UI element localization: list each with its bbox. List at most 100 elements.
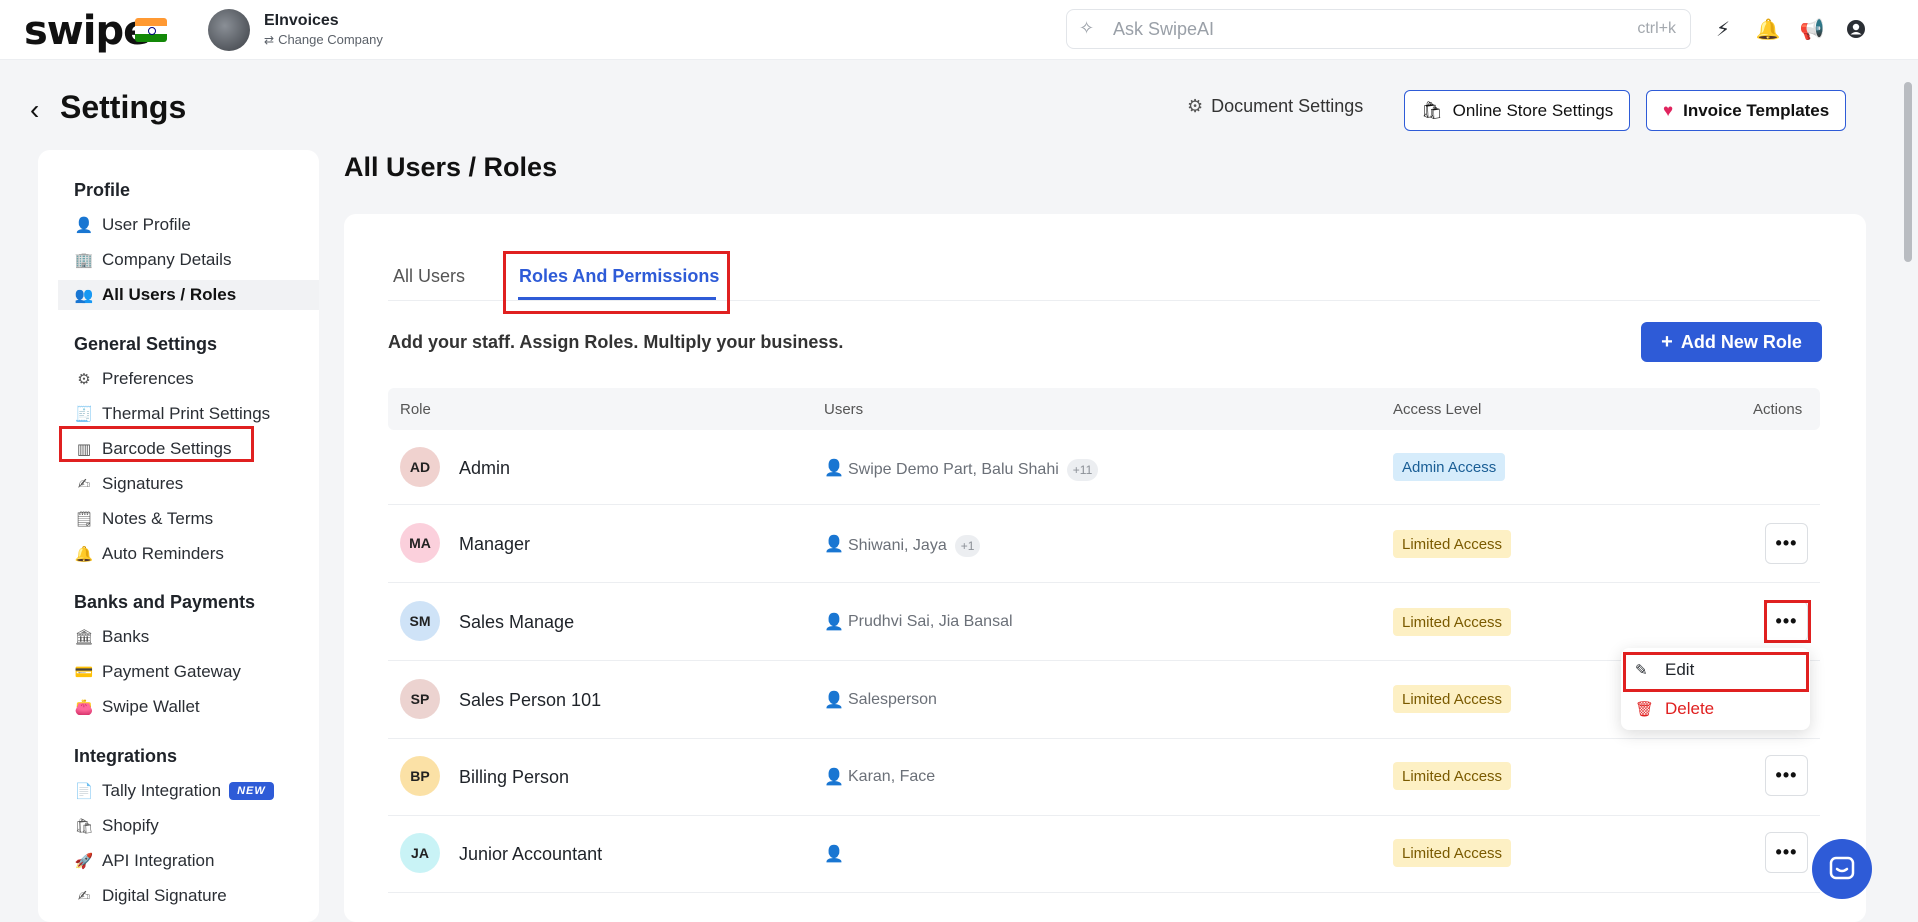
sidebar-item-label: All Users / Roles [102,285,237,304]
highlight-box-edit [1623,652,1809,692]
sidebar-item-all-users-roles[interactable]: 👥 All Users / Roles [58,280,319,310]
role-avatar: BP [400,756,440,796]
online-store-settings-label: Online Store Settings [1452,100,1614,120]
sidebar-section-profile: Profile [74,180,131,200]
scrollbar-thumb[interactable] [1904,82,1912,262]
change-company-label: Change Company [278,32,383,47]
role-users-names: Shiwani, Jaya [848,537,947,555]
actions-menu-button[interactable]: ••• [1765,832,1808,873]
sidebar-item-notes-terms[interactable]: 🗒 Notes & Terms [74,504,213,534]
sidebar-item-signatures[interactable]: ✍ Signatures [74,469,184,499]
invoice-templates-label: Invoice Templates [1683,100,1830,120]
sidebar-section-integrations: Integrations [74,746,178,766]
lightning-icon[interactable]: ⚡ [1708,14,1738,44]
tab-all-users[interactable]: All Users [393,266,465,287]
sidebar-section-general: General Settings [74,334,218,354]
access-badge: Limited Access [1393,762,1512,790]
access-badge: Limited Access [1393,685,1512,713]
users-group-icon: 👥 [74,287,94,304]
new-badge: NEW [229,782,274,800]
role-avatar: JA [400,833,440,873]
table-header [388,388,1820,430]
receipt-icon: 🧾 [74,406,94,423]
invoice-templates-button[interactable]: ♥ Invoice Templates [1646,90,1847,131]
company-name[interactable]: EInvoices [264,12,339,30]
company-avatar[interactable] [208,9,250,51]
access-badge: Limited Access [1393,839,1512,867]
role-users: Swipe Demo Part, Balu Shahi +11 [848,459,1099,481]
swipe-logo[interactable]: swipe [24,8,150,54]
online-store-settings-button[interactable]: 🛍 Online Store Settings [1404,90,1631,131]
page-scrollbar[interactable] [1898,60,1918,922]
sidebar-item-label: API Integration [102,851,215,870]
sidebar-item-thermal-print[interactable]: 🧾 Thermal Print Settings [74,399,271,429]
menu-item-delete-label: Delete [1665,699,1715,718]
user-icon: 👤 [824,846,844,863]
sidebar-item-label: Company Details [102,250,232,269]
building-icon: 🏢 [74,252,94,269]
sidebar-item-label: Notes & Terms [102,509,214,528]
chat-support-button[interactable] [1812,839,1872,899]
sidebar-item-api[interactable]: 🚀 API Integration [74,846,215,876]
note-icon: 🗒 [74,511,94,528]
role-users-names: Salesperson [848,691,937,708]
sidebar-item-label: Shopify [102,816,159,835]
shuffle-icon: ⇄ [264,33,275,47]
top-bar: swipe EInvoices ⇄Change Company ✧ ctrl+k… [0,0,1918,60]
sidebar-item-banks[interactable]: 🏛 Banks [74,622,149,652]
actions-menu-button[interactable]: ••• [1765,523,1808,564]
role-name: Admin [459,458,511,478]
rocket-icon: 🚀 [74,853,94,870]
sidebar-item-shopify[interactable]: 🛍 Shopify [74,811,159,841]
sidebar-item-barcode[interactable]: ▥ Barcode Settings [74,434,232,464]
user-account-icon[interactable] [1841,14,1871,44]
ask-ai-search[interactable]: ✧ ctrl+k [1066,9,1691,49]
plus-icon: + [1661,330,1673,353]
sidebar-item-swipe-wallet[interactable]: 👛 Swipe Wallet [74,692,200,722]
sidebar-item-label: Tally Integration [102,781,222,800]
signature-icon: ✍ [77,476,91,493]
bell-icon[interactable]: 🔔 [1753,14,1783,44]
heart-icon: ♥ [1663,100,1674,120]
role-name: Sales Manage [459,612,575,632]
sidebar-item-label: Auto Reminders [102,544,224,563]
document-settings-label: Document Settings [1211,96,1364,116]
row-divider [388,660,1820,661]
sidebar-item-company-details[interactable]: 🏢 Company Details [74,245,232,275]
back-chevron-icon[interactable]: ‹ [30,94,39,126]
sidebar-item-tally[interactable]: 📄 Tally Integration NEW [74,776,274,806]
row-divider [388,892,1820,893]
role-users: Karan, Face [848,768,935,786]
shopify-bag-icon: 🛍 [74,818,94,835]
menu-item-delete[interactable]: 🗑 Delete [1635,699,1714,719]
sidebar-item-user-profile[interactable]: 👤 User Profile [74,210,191,240]
change-company-link[interactable]: ⇄ Change Company [264,32,383,47]
sidebar-item-label: Payment Gateway [102,662,241,681]
bell-icon: 🔔 [74,546,94,563]
sidebar-section-banks: Banks and Payments [74,592,256,612]
row-divider [388,504,1820,505]
row-divider [388,738,1820,739]
add-new-role-button[interactable]: + Add New Role [1641,322,1822,362]
actions-menu-button[interactable]: ••• [1765,755,1808,796]
user-icon: 👤 [74,217,94,234]
search-input[interactable] [1113,16,1593,42]
gear-icon: ⚙ [77,371,91,388]
bank-icon: 🏛 [74,629,94,646]
role-users-names: Prudhvi Sai, Jia Bansal [848,613,1013,630]
role-users-names: Swipe Demo Part, Balu Shahi [848,461,1059,479]
india-flag-icon [135,18,167,42]
sidebar-item-payment-gateway[interactable]: 💳 Payment Gateway [74,657,241,687]
role-avatar: SP [400,679,440,719]
megaphone-icon[interactable]: 📢 [1797,14,1827,44]
sidebar-item-auto-reminders[interactable]: 🔔 Auto Reminders [74,539,224,569]
document-settings-button[interactable]: ⚙ Document Settings [1187,96,1363,117]
sidebar-item-label: Swipe Wallet [102,697,200,716]
access-badge: Admin Access [1393,453,1506,481]
sidebar-item-preferences[interactable]: ⚙ Preferences [74,364,193,394]
sidebar-item-digital-signature[interactable]: ✍ Digital Signature [74,881,227,911]
document-icon: 📄 [74,783,94,800]
user-icon: 👤 [824,460,844,477]
column-header-access: Access Level [1393,401,1482,418]
column-header-users: Users [824,401,864,418]
